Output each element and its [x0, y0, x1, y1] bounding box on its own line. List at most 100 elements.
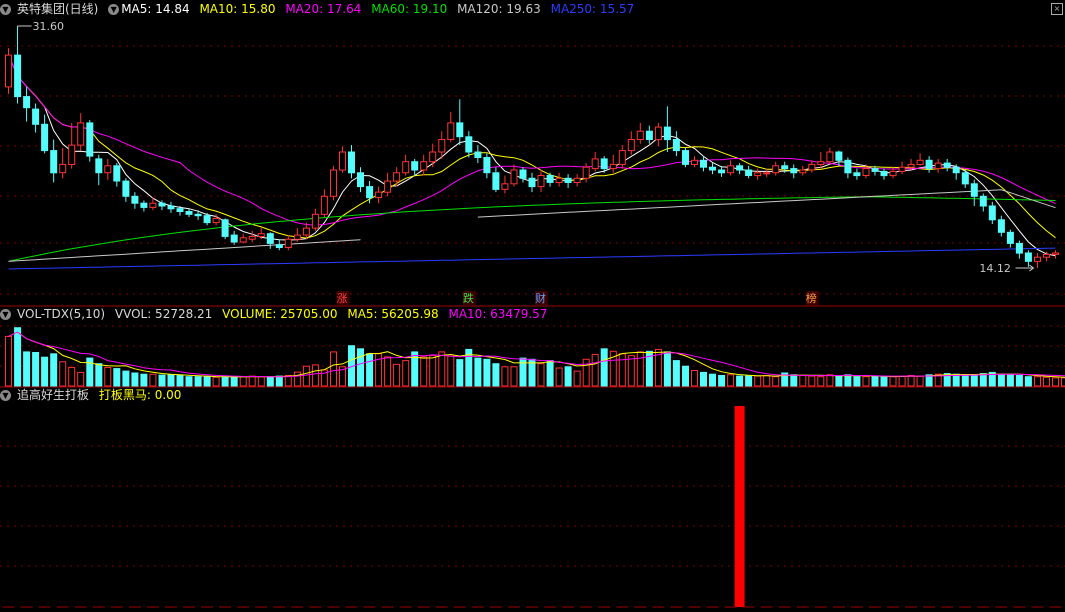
volume-bar	[682, 365, 689, 387]
vvol-label: VVOL: 52728.21	[114, 307, 213, 321]
candle	[618, 150, 626, 165]
candle	[375, 191, 383, 199]
volume-bar	[185, 376, 193, 387]
chevron-down-icon[interactable]: ▼	[0, 390, 11, 401]
volume-legend: ▼ VOL-TDX(5,10) VVOL: 52728.21 VOLUME: 25…	[0, 305, 553, 323]
candle	[393, 172, 401, 182]
candle	[781, 165, 789, 170]
candle	[293, 234, 301, 240]
volume-bar	[799, 375, 807, 387]
candle	[95, 158, 103, 174]
volume-bar	[221, 376, 229, 387]
ma20-line	[8, 54, 1056, 226]
vol-ma5-label: MA5: 56205.98	[347, 307, 439, 321]
volume-bar	[573, 370, 581, 387]
candle	[447, 122, 455, 141]
candle	[844, 159, 852, 174]
event-tag: 涨	[336, 292, 347, 305]
candle	[898, 166, 906, 172]
ma10-line	[26, 86, 1056, 239]
candle	[474, 151, 482, 158]
candle	[582, 166, 590, 179]
volume-bar	[790, 374, 798, 387]
event-tag: 跌	[463, 291, 474, 305]
volume-ma10-line	[8, 331, 1065, 378]
candle	[50, 150, 58, 174]
candle	[239, 237, 247, 243]
candle	[682, 150, 689, 165]
candle	[1024, 252, 1032, 262]
event-tag: 财	[535, 291, 546, 305]
candle	[799, 169, 807, 174]
candle	[1043, 253, 1050, 258]
window-toggle-icon[interactable]: ×	[1051, 3, 1063, 15]
candle	[591, 158, 599, 170]
candle	[970, 183, 978, 197]
candle	[167, 205, 175, 210]
volume-bar	[844, 374, 852, 387]
candle	[113, 165, 121, 182]
volume-bar	[375, 352, 383, 387]
volume-bar	[420, 356, 428, 387]
volume-bar	[5, 335, 12, 387]
vol-ma10-label: MA10: 63479.57	[448, 307, 548, 321]
candle	[59, 163, 67, 174]
chevron-down-icon[interactable]: ▼	[108, 4, 120, 15]
chevron-down-icon[interactable]: ▼	[0, 309, 11, 320]
candle	[41, 123, 49, 152]
volume-bar	[808, 375, 816, 387]
candle	[835, 151, 843, 161]
ma250-label: MA250: 15.57	[550, 2, 635, 16]
candle	[979, 195, 987, 207]
candle	[943, 162, 951, 168]
volume-bar	[357, 348, 364, 387]
candle	[483, 157, 491, 174]
volume-bar	[77, 371, 85, 387]
candle	[203, 215, 211, 224]
candle	[275, 244, 283, 248]
candle	[961, 172, 969, 185]
candle	[366, 186, 374, 199]
candle	[555, 177, 563, 184]
candle	[880, 170, 888, 177]
volume-bar	[871, 375, 879, 387]
volume-bar	[447, 355, 455, 387]
volume-bar	[266, 376, 274, 387]
volume-bar	[880, 376, 888, 387]
candle	[817, 161, 825, 165]
volume-bar	[429, 355, 437, 387]
indicator-name: 追高好生打板	[17, 388, 90, 402]
candle	[131, 195, 139, 204]
volume-bar	[122, 370, 130, 387]
high-price-label: 31.60	[33, 20, 65, 33]
chevron-down-icon[interactable]: ▼	[0, 4, 11, 15]
volume-bar	[474, 357, 482, 387]
ma60-label: MA60: 19.10	[371, 2, 448, 16]
candle	[790, 168, 798, 174]
volume-bar	[736, 375, 744, 387]
volume-bar	[194, 376, 202, 387]
volume-bar	[176, 375, 184, 387]
candle	[1052, 252, 1059, 255]
candle	[609, 163, 617, 170]
volume-bar	[772, 376, 780, 387]
candle	[997, 219, 1005, 233]
candle	[5, 54, 12, 88]
volume-bar	[537, 363, 545, 387]
volume-bar	[438, 351, 446, 387]
ma20-label: MA20: 17.64	[285, 2, 362, 16]
candle	[636, 130, 644, 140]
volume-bar	[763, 375, 771, 387]
candle	[600, 158, 608, 170]
volume-bar	[970, 374, 978, 387]
candle	[194, 213, 202, 217]
volume-bar	[257, 376, 265, 387]
candle	[77, 122, 85, 146]
candle	[763, 172, 771, 175]
candle	[149, 202, 157, 208]
candle	[772, 165, 780, 174]
volume-bar	[366, 353, 374, 387]
volume-bar	[302, 365, 310, 387]
candle	[745, 169, 753, 176]
candle	[185, 211, 193, 215]
